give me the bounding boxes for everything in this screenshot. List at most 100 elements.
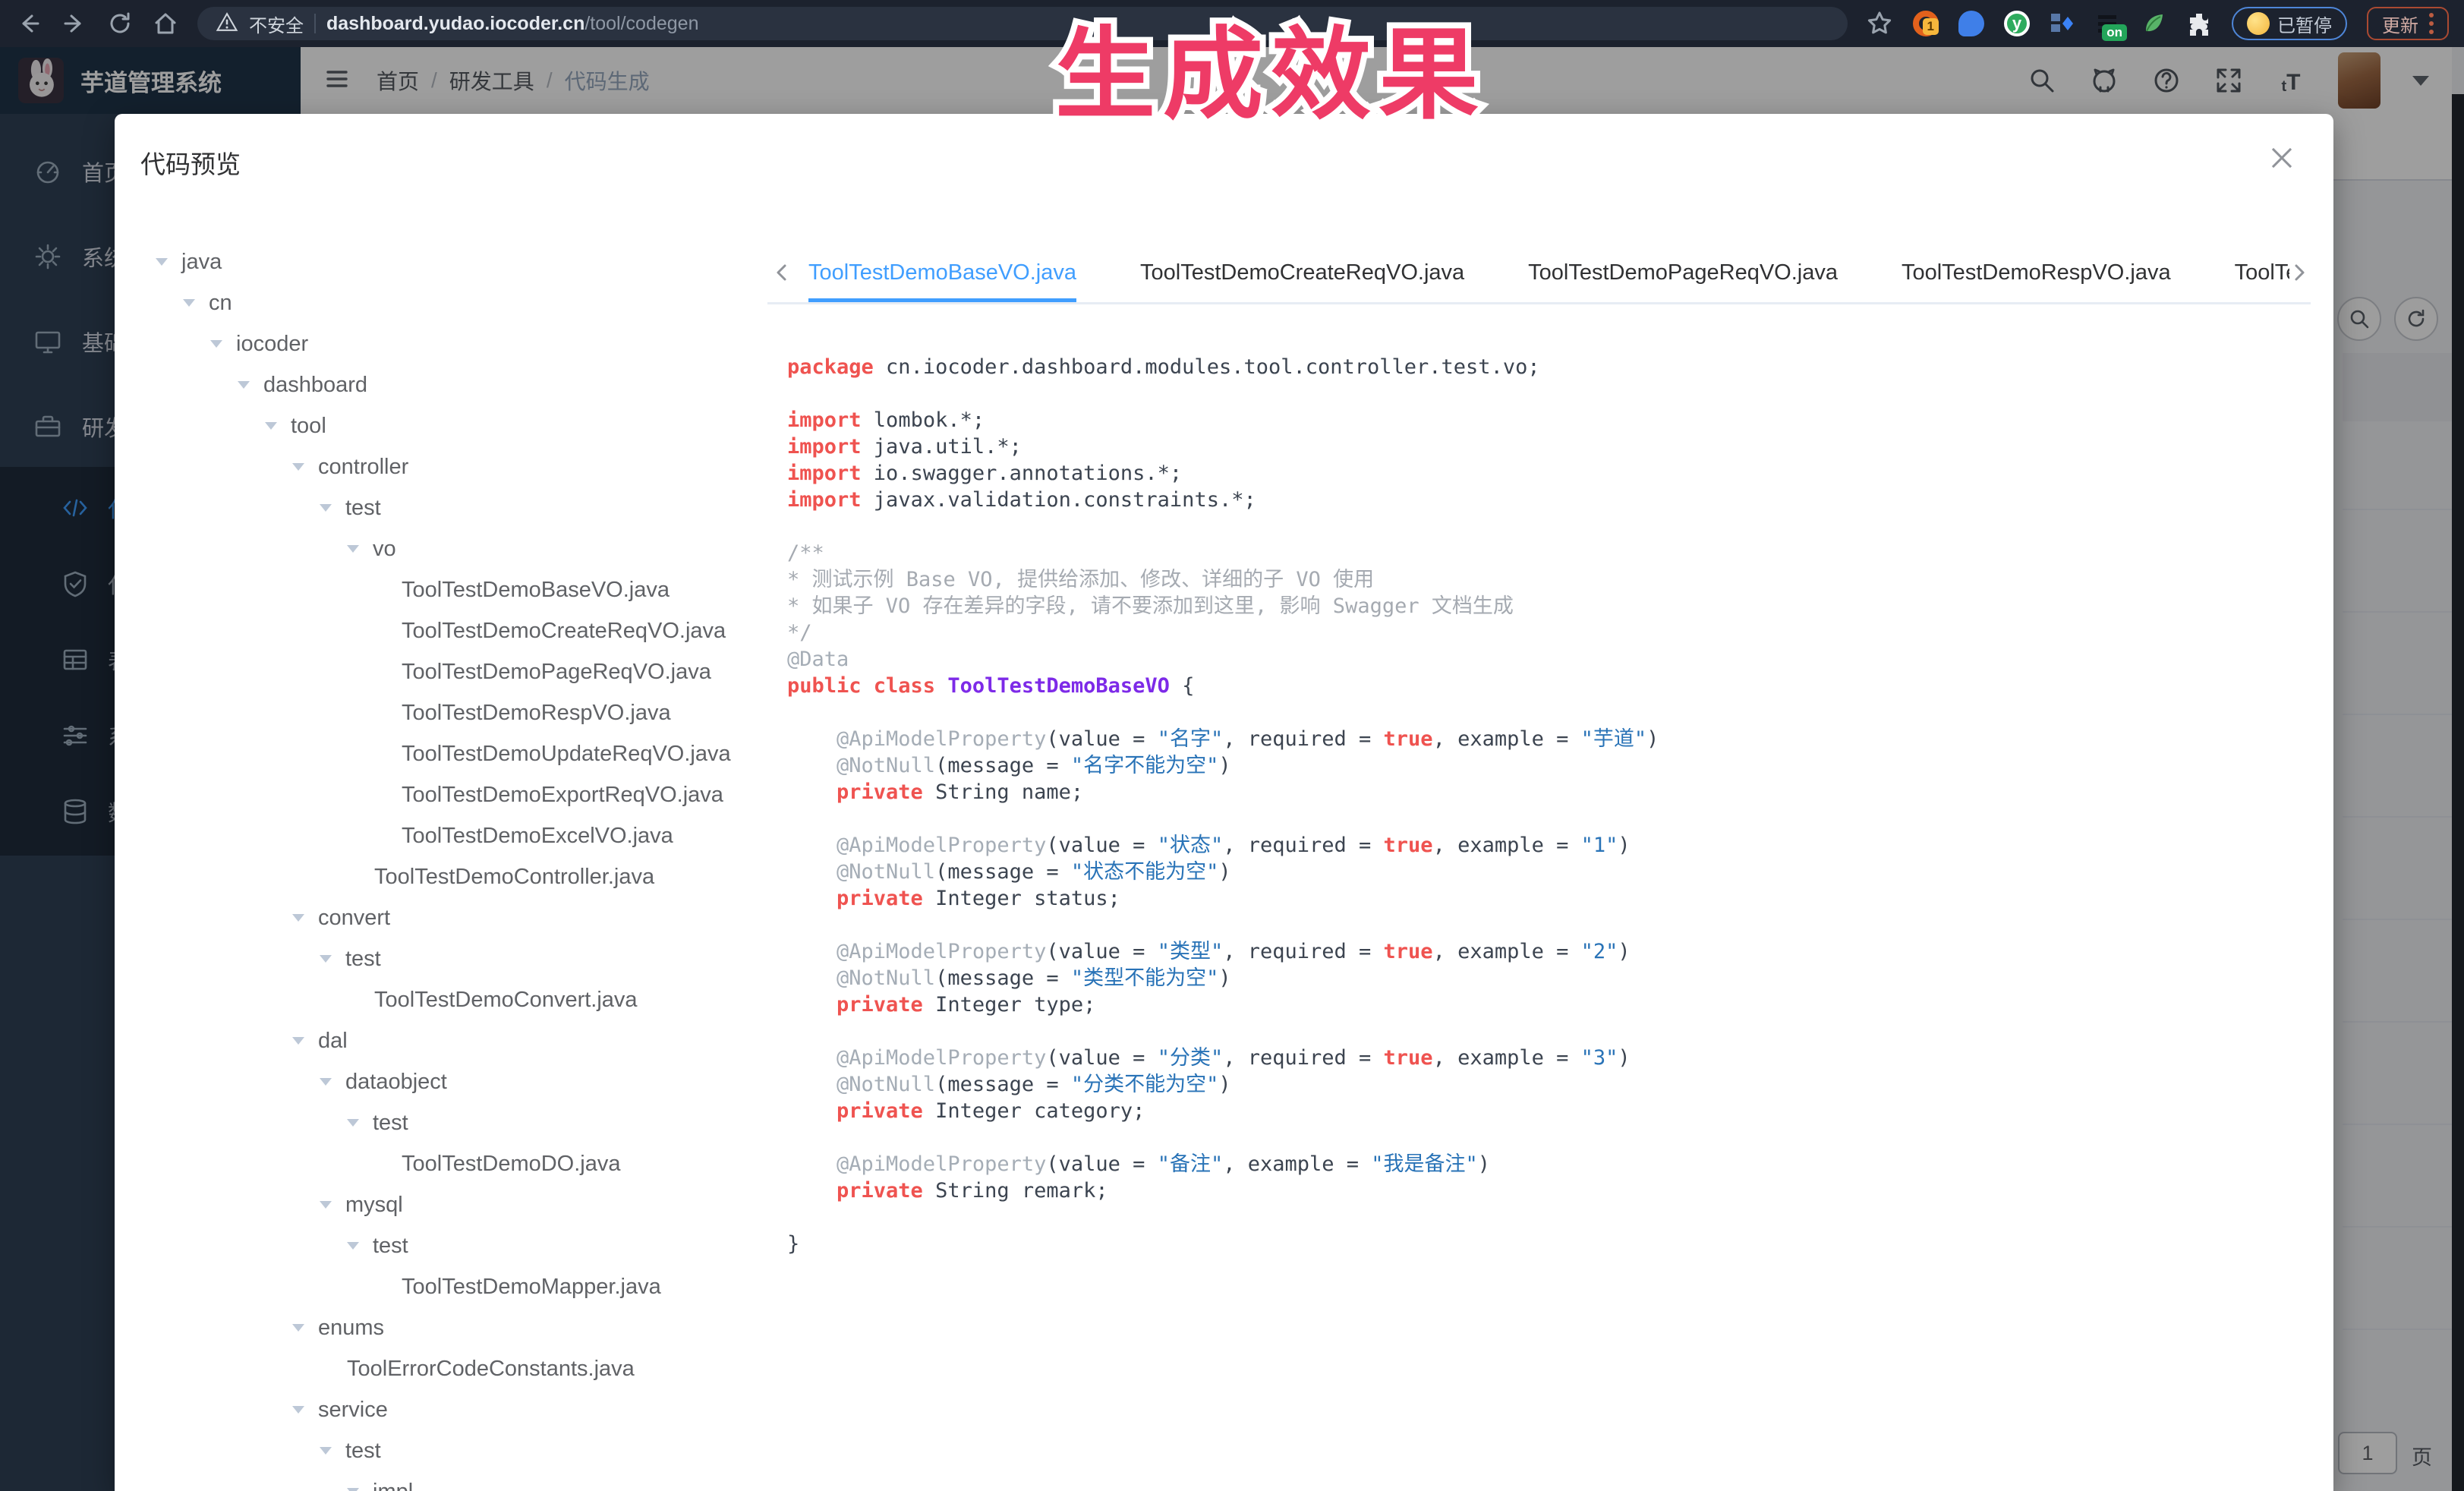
code-line: private Integer status; [787,885,1659,912]
tab-ToolTe[interactable]: ToolTe [2235,243,2299,302]
caret-down-icon [156,258,168,266]
code-line: @NotNull(message = "状态不能为空") [787,859,1659,885]
tree-file[interactable]: ToolTestDemoRespVO.java [115,692,767,733]
tree-folder[interactable]: dal [115,1020,767,1061]
caret-down-icon [347,1488,359,1491]
code-line [787,1124,1659,1151]
extensions-puzzle-icon[interactable] [2186,11,2212,36]
tree-file[interactable]: ToolErrorCodeConstants.java [115,1348,767,1389]
tree-folder[interactable]: impl [115,1471,767,1491]
address-bar[interactable]: 不安全 dashboard.yudao.iocoder.cn/tool/code… [197,7,1848,40]
tree-folder[interactable]: test [115,1102,767,1143]
tree-folder[interactable]: dashboard [115,364,767,405]
tree-file[interactable]: ToolTestDemoConvert.java [115,979,767,1020]
caret-down-icon [292,1324,304,1332]
browser-back-icon[interactable] [15,10,43,37]
tab-ToolTestDemoBaseVO.java[interactable]: ToolTestDemoBaseVO.java [808,243,1076,302]
code-line: @NotNull(message = "分类不能为空") [787,1071,1659,1098]
dialog-close-icon[interactable] [2267,143,2297,173]
code-line: @ApiModelProperty(value = "名字", required… [787,726,1659,752]
code-line: import javax.validation.constraints.*; [787,487,1659,513]
tab-ToolTestDemoCreateReqVO.java[interactable]: ToolTestDemoCreateReqVO.java [1140,243,1464,302]
tree-folder[interactable]: mysql [115,1184,767,1225]
tree-folder[interactable]: convert [115,897,767,938]
tab-ToolTestDemoPageReqVO.java[interactable]: ToolTestDemoPageReqVO.java [1528,243,1838,302]
caret-down-icon [292,914,304,922]
extension-blue-grid-icon[interactable] [2050,11,2075,36]
tree-node-label: dal [318,1029,348,1054]
screenshot-root: 不安全 dashboard.yudao.iocoder.cn/tool/code… [0,0,2464,1491]
tree-file[interactable]: ToolTestDemoExcelVO.java [115,815,767,856]
tree-folder[interactable]: tool [115,405,767,446]
extension-green-y-icon[interactable]: y [2004,11,2030,36]
code-preview-dialog: 代码预览 javacn iocoder dashboard tool controlle… [115,114,2333,1491]
tabs-scroll-right-icon[interactable] [2289,243,2309,302]
tree-folder[interactable]: controller [115,446,767,487]
tree-node-label: dashboard [263,373,367,398]
extension-leaf-icon[interactable] [2141,11,2166,36]
code-line [787,699,1659,726]
not-secure-warning-icon[interactable] [216,11,238,37]
tree-folder[interactable]: service [115,1389,767,1430]
caret-down-icon [320,1201,332,1209]
tree-folder[interactable]: test [115,487,767,528]
dialog-title: 代码预览 [140,144,241,181]
code-line [787,1018,1659,1045]
caret-down-icon [238,381,250,389]
tree-folder[interactable]: dataobject [115,1061,767,1102]
address-divider [314,14,316,33]
caret-down-icon [292,1037,304,1045]
code-line [787,805,1659,832]
tree-node-label: iocoder [236,332,308,357]
extension-blue-drop-icon[interactable] [1958,11,1984,36]
tree-node-label: ToolTestDemoCreateReqVO.java [402,619,726,644]
extension-orange-donut-icon[interactable]: 1 [1913,11,1939,36]
tree-folder[interactable]: enums [115,1307,767,1348]
tree-node-label: ToolTestDemoController.java [374,865,654,890]
tree-node-label: ToolTestDemoRespVO.java [402,701,671,726]
extension-on-badge: on [2102,24,2127,41]
browser-reload-icon[interactable] [106,10,134,37]
browser-menu-kebab-icon[interactable] [2429,13,2434,34]
browser-update-button[interactable]: 更新 [2367,7,2449,40]
url-text[interactable]: dashboard.yudao.iocoder.cn/tool/codegen [326,13,698,35]
code-line: @ApiModelProperty(value = "分类", required… [787,1045,1659,1071]
tree-folder[interactable]: cn [115,282,767,323]
tab-ToolTestDemoRespVO.java[interactable]: ToolTestDemoRespVO.java [1902,243,2171,302]
tree-file[interactable]: ToolTestDemoPageReqVO.java [115,651,767,692]
tree-folder[interactable]: test [115,1225,767,1266]
code-content: package cn.iocoder.dashboard.modules.too… [787,354,1659,1257]
code-line [787,380,1659,407]
extension-on-badge-icon[interactable]: on [2095,11,2121,36]
code-line: import lombok.*; [787,407,1659,433]
caret-down-icon [320,1078,332,1086]
not-secure-label[interactable]: 不安全 [249,11,304,37]
tree-file[interactable]: ToolTestDemoController.java [115,856,767,897]
tree-folder[interactable]: iocoder [115,323,767,364]
caret-down-icon [292,463,304,471]
code-line: @Data [787,646,1659,673]
page-scrollbar[interactable] [2452,94,2464,1491]
bookmark-star-icon[interactable] [1866,10,1893,37]
tree-file[interactable]: ToolTestDemoBaseVO.java [115,569,767,610]
tree-file[interactable]: ToolTestDemoMapper.java [115,1266,767,1307]
code-pane: ToolTestDemoBaseVO.java ToolTestDemoCreat… [767,243,2311,1491]
tree-file[interactable]: ToolTestDemoUpdateReqVO.java [115,733,767,774]
code-line: @NotNull(message = "名字不能为空") [787,752,1659,779]
tabs-scroll-left-icon[interactable] [772,243,792,302]
tree-folder[interactable]: vo [115,528,767,569]
tree-folder[interactable]: test [115,1430,767,1471]
tree-file[interactable]: ToolTestDemoDO.java [115,1143,767,1184]
tree-node-label: dataobject [345,1070,447,1095]
tree-folder[interactable]: java [115,241,767,282]
tree-node-label: tool [291,414,326,439]
tree-folder[interactable]: test [115,938,767,979]
code-line: import io.swagger.annotations.*; [787,460,1659,487]
tree-file[interactable]: ToolTestDemoExportReqVO.java [115,774,767,815]
browser-forward-icon[interactable] [61,10,88,37]
browser-home-icon[interactable] [152,10,179,37]
tree-file[interactable]: ToolTestDemoCreateReqVO.java [115,610,767,651]
tree-node-label: ToolTestDemoExcelVO.java [402,824,673,849]
tree-node-label: test [373,1234,408,1259]
profile-paused-chip[interactable]: 已暂停 [2232,7,2347,40]
